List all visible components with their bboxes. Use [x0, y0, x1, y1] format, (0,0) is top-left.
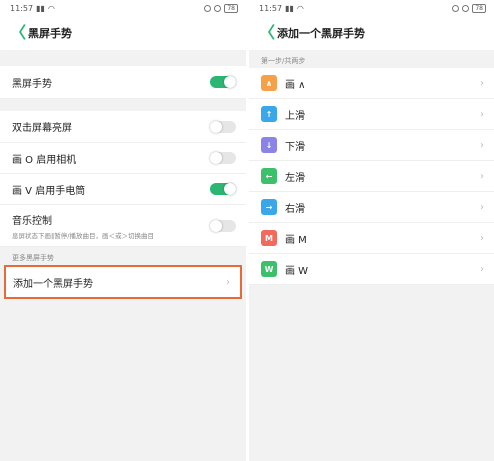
gesture-label: 右滑 — [285, 203, 305, 215]
setting-label: 双击屏幕亮屏 — [12, 123, 72, 134]
title-bar: 〈 添加一个黑屏手势 — [249, 16, 494, 50]
arrow-down-icon: ↓ — [261, 137, 277, 153]
back-icon[interactable]: 〈 — [10, 25, 28, 41]
signal-icon: ▮▮ — [36, 3, 45, 13]
alarm-icon — [214, 4, 222, 12]
location-icon — [204, 4, 212, 12]
arrow-right-icon: → — [261, 199, 277, 215]
gesture-label: 左滑 — [285, 172, 305, 184]
gesture-item[interactable]: ↓ 下滑 › — [249, 130, 494, 161]
gesture-item-content: M画 M — [261, 230, 307, 246]
master-toggle-row[interactable]: 黑屏手势 — [0, 66, 246, 99]
arrow-up-icon: ↑ — [261, 106, 277, 122]
status-time: 11:57 — [10, 3, 34, 13]
wifi-icon: ◠ — [47, 3, 55, 13]
gesture-item[interactable]: ← 左滑 › — [249, 161, 494, 192]
gesture-label: 上滑 — [285, 110, 305, 122]
double-tap-toggle[interactable] — [210, 120, 236, 133]
title-bar: 〈 黑屏手势 — [0, 16, 246, 50]
chevron-right-icon: › — [480, 263, 484, 275]
setting-label: 画 O 启用相机 — [12, 154, 77, 166]
setting-draw-o-camera[interactable]: 画 O 启用相机 — [0, 143, 246, 174]
gesture-item[interactable]: W 画 W › — [249, 254, 494, 285]
gesture-item[interactable]: → 右滑 › — [249, 192, 494, 223]
battery-icon: 78 — [224, 3, 238, 13]
setting-double-tap-wake[interactable]: 双击屏幕亮屏 — [0, 111, 246, 143]
letter-w-icon: W — [261, 261, 277, 277]
draw-v-toggle[interactable] — [210, 183, 236, 195]
chevron-right-icon: › — [480, 108, 484, 120]
caret-up-icon: ∧ — [261, 75, 277, 91]
chevron-right-icon: › — [480, 232, 484, 244]
gesture-item-content: W画 W — [261, 261, 308, 277]
status-bar: 11:57 ▮▮ ◠ 78 — [0, 0, 246, 16]
arrow-left-icon: ← — [261, 168, 277, 184]
add-gesture-label: 添加一个黑屏手势 — [13, 278, 93, 290]
status-time: 11:57 — [259, 3, 283, 13]
setting-music-control[interactable]: 音乐控制 息屏状态下画‖暂停/播放曲目，画＜或＞切换曲目 — [0, 205, 246, 247]
section-label-more-gestures: 更多黑屏手势 — [12, 254, 54, 262]
setting-draw-v-flashlight[interactable]: 画 V 启用手电筒 — [0, 174, 246, 205]
gesture-item[interactable]: M 画 M › — [249, 223, 494, 254]
page-title: 黑屏手势 — [28, 27, 72, 40]
wifi-icon: ◠ — [296, 3, 304, 13]
chevron-right-icon: › — [226, 276, 230, 288]
step-label: 第一步/共两步 — [261, 57, 306, 65]
page-title: 添加一个黑屏手势 — [277, 27, 365, 40]
gesture-item[interactable]: ∧ 画 ∧ › — [249, 68, 494, 99]
letter-m-icon: M — [261, 230, 277, 246]
setting-description: 息屏状态下画‖暂停/播放曲目，画＜或＞切换曲目 — [12, 231, 154, 240]
chevron-right-icon: › — [480, 139, 484, 151]
setting-label: 画 V 启用手电筒 — [12, 185, 86, 197]
gesture-label: 画 M — [285, 234, 307, 246]
gesture-item[interactable]: ↑ 上滑 › — [249, 99, 494, 130]
alarm-icon — [462, 4, 470, 12]
black-screen-gesture-settings: 11:57 ▮▮ ◠ 78 〈 黑屏手势 黑屏手势 双击屏幕亮屏 画 O 启用相… — [0, 0, 246, 461]
music-control-toggle[interactable] — [210, 219, 236, 232]
gesture-item-content: ↓ 下滑 — [261, 137, 305, 153]
chevron-right-icon: › — [480, 201, 484, 213]
status-bar: 11:57 ▮▮ ◠ 78 — [249, 0, 494, 16]
battery-icon: 78 — [472, 3, 486, 13]
gesture-item-content: ∧ 画 ∧ — [261, 75, 306, 91]
gesture-label: 下滑 — [285, 141, 305, 153]
master-toggle-label: 黑屏手势 — [12, 78, 52, 90]
master-toggle-switch[interactable] — [210, 76, 236, 88]
gesture-item-content: ↑ 上滑 — [261, 106, 305, 122]
back-icon[interactable]: 〈 — [259, 25, 277, 41]
chevron-right-icon: › — [480, 77, 484, 89]
add-gesture-row[interactable]: 添加一个黑屏手势 › — [4, 265, 242, 299]
chevron-right-icon: › — [480, 170, 484, 182]
gesture-label: 画 W — [285, 265, 309, 277]
location-icon — [452, 4, 460, 12]
gesture-item-content: ← 左滑 — [261, 168, 305, 184]
gesture-label: 画 ∧ — [285, 79, 306, 91]
gesture-list: ∧ 画 ∧ › ↑ 上滑 › ↓ 下滑 › ← 左滑 › → 右滑 › M 画 M › W 画 W › — [249, 68, 494, 285]
setting-label: 音乐控制 — [12, 215, 52, 227]
signal-icon: ▮▮ — [285, 3, 294, 13]
draw-o-toggle[interactable] — [210, 152, 236, 164]
gesture-item-content: → 右滑 — [261, 199, 305, 215]
add-gesture-screen: 11:57 ▮▮ ◠ 78 〈 添加一个黑屏手势 第一步/共两步 ∧ 画 ∧ › ↑ 上… — [249, 0, 494, 461]
